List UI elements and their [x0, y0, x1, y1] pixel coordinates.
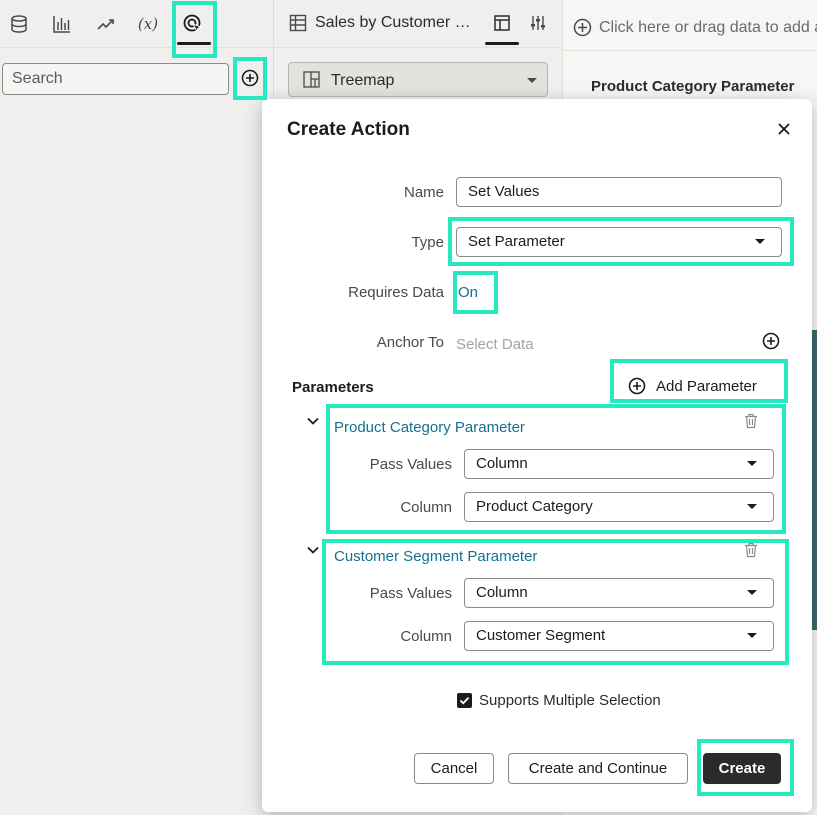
create-action-dialog: Create Action Name Set Values Type Set P… — [262, 99, 812, 812]
treemap-icon — [303, 71, 320, 93]
chevron-down-icon — [755, 239, 765, 244]
chevron-down-icon — [747, 590, 757, 595]
type-select[interactable]: Set Parameter — [456, 227, 782, 257]
viz-header: Sales by Customer Segment — [274, 0, 562, 48]
viz-title[interactable]: Sales by Customer Segment — [315, 14, 475, 32]
parameters-heading: Parameters — [292, 379, 374, 396]
collapse-chevron-icon[interactable] — [306, 414, 320, 428]
pass-values-value: Column — [476, 455, 528, 472]
pass-values-select[interactable]: Column — [464, 449, 774, 479]
multiple-selection-checkbox[interactable] — [457, 693, 472, 708]
dialog-title: Create Action — [287, 119, 410, 140]
pass-values-value: Column — [476, 584, 528, 601]
trend-icon[interactable] — [94, 12, 118, 36]
chevron-down-icon — [747, 461, 757, 466]
requires-data-label: Requires Data — [348, 284, 444, 301]
create-button[interactable]: Create — [703, 753, 781, 784]
viz-type-label: Treemap — [331, 72, 395, 89]
close-icon[interactable] — [775, 120, 793, 138]
pass-values-label: Pass Values — [369, 456, 452, 473]
column-label: Column — [400, 499, 452, 516]
database-icon[interactable] — [7, 12, 31, 36]
create-and-continue-button[interactable]: Create and Continue — [508, 753, 688, 784]
canvas-viz-title: Product Category Parameter — [591, 78, 795, 95]
divider — [563, 50, 817, 51]
add-anchor-button[interactable] — [762, 332, 780, 355]
viz-tab-indicator — [485, 42, 519, 45]
column-select[interactable]: Customer Segment — [464, 621, 774, 651]
multiple-selection-label[interactable]: Supports Multiple Selection — [479, 692, 661, 709]
properties-icon[interactable] — [529, 14, 547, 37]
parameter-title[interactable]: Product Category Parameter — [334, 419, 525, 436]
chevron-down-icon — [747, 504, 757, 509]
panel-toolbar: (x) — [0, 0, 274, 48]
pass-values-label: Pass Values — [369, 585, 452, 602]
parameter-title[interactable]: Customer Segment Parameter — [334, 548, 537, 565]
trash-icon[interactable] — [744, 542, 758, 558]
grammar-icon[interactable] — [493, 14, 511, 37]
type-value: Set Parameter — [468, 233, 565, 250]
cancel-button[interactable]: Cancel — [414, 753, 494, 784]
column-value: Customer Segment — [476, 627, 606, 644]
add-action-button[interactable] — [241, 69, 259, 87]
add-parameter-button[interactable]: Add Parameter — [628, 377, 757, 395]
table-icon — [289, 14, 307, 37]
collapse-chevron-icon[interactable] — [306, 543, 320, 557]
active-tab-indicator — [177, 42, 211, 45]
anchor-select-placeholder[interactable]: Select Data — [456, 336, 534, 353]
add-data-icon[interactable] — [573, 18, 592, 42]
column-value: Product Category — [476, 498, 593, 515]
bar-chart-icon[interactable] — [50, 12, 74, 36]
name-field[interactable]: Set Values — [456, 177, 782, 207]
name-label: Name — [403, 184, 444, 201]
column-label: Column — [400, 628, 452, 645]
type-label: Type — [411, 234, 444, 251]
viz-type-select[interactable]: Treemap — [288, 62, 548, 97]
data-panel: (x) — [0, 0, 274, 815]
variable-icon[interactable]: (x) — [136, 12, 160, 36]
search-input[interactable] — [2, 63, 229, 95]
drop-data-hint[interactable]: Click here or drag data to add a — [599, 19, 817, 37]
add-circle-icon — [628, 377, 646, 395]
add-parameter-label: Add Parameter — [656, 377, 757, 395]
column-select[interactable]: Product Category — [464, 492, 774, 522]
requires-data-toggle[interactable]: On — [458, 284, 478, 301]
chevron-down-icon — [527, 78, 537, 83]
anchor-to-label: Anchor To — [376, 334, 444, 351]
trash-icon[interactable] — [744, 413, 758, 429]
checkmark-icon — [459, 697, 470, 705]
action-icon[interactable] — [181, 12, 205, 36]
chevron-down-icon — [747, 633, 757, 638]
pass-values-select[interactable]: Column — [464, 578, 774, 608]
